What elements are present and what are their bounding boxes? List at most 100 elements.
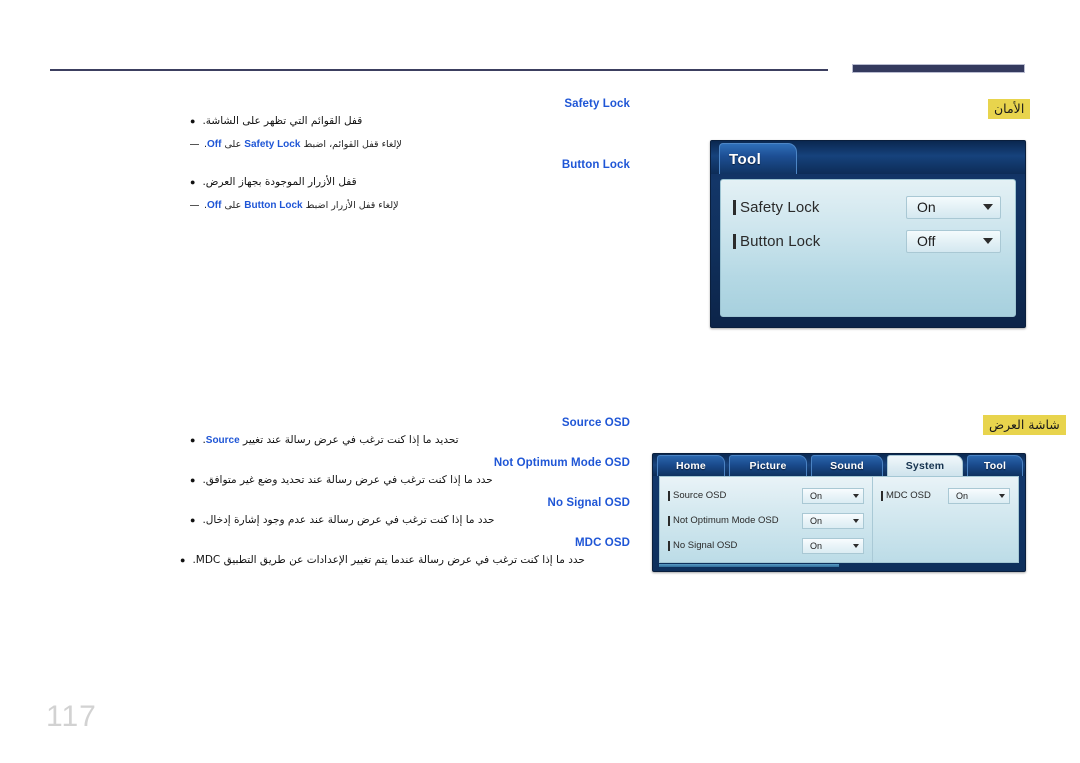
bullet-text: حدد ما إذا كنت ترغب في عرض رسالة عندما ي… [192,554,585,566]
bullet-source-osd: ● تحديد ما إذا كنت ترغب في عرض رسالة عند… [190,433,630,448]
osd-select-value: On [810,515,823,526]
bullet-dot-icon: ● [190,515,196,525]
page-number: 117 [46,700,97,733]
osd-select-value: On [956,490,969,501]
osd-system-tabbar: Home Picture Sound System Tool [653,454,1025,476]
osd-label-source-osd: Source OSD [673,490,727,501]
bullet-tick-icon [668,515,670,526]
subheading-source-osd: Source OSD [561,417,630,429]
manual-page: الأمان شاشة العرض Safety Lock ● قفل القو… [0,0,1080,763]
osd-system-screenshot: Home Picture Sound System Tool Source OS… [652,453,1026,572]
bullet-text: قفل الأزرار الموجودة بجهاز العرض. [202,176,357,188]
note-button-lock: لإلغاء قفل الأزرار اضبط Button Lock على … [190,199,630,213]
bullet-text: حدد ما إذا كنت ترغب في عرض رسالة عند تحد… [202,474,493,486]
chevron-down-icon [853,493,859,498]
note-part-before: لإلغاء قفل الأزرار اضبط [305,200,399,211]
section-tag-safety: الأمان [988,99,1031,119]
osd-select-source-osd[interactable]: On [802,487,864,504]
note-keyword-button-lock: Button Lock [244,200,303,211]
bullet-tick-icon [733,199,736,215]
subheading-safety-lock: Safety Lock [564,98,630,110]
osd-label-group: MDC OSD [881,490,931,501]
osd-row-no-signal-osd: No Signal OSD On [668,533,864,558]
bullet-dot-icon: ● [190,435,196,445]
osd-select-value: On [917,199,936,215]
bullet-part-before: تحديد ما إذا كنت ترغب في عرض رسالة عند ت… [243,434,459,446]
osd-row-button-lock: Button Lock Off [733,224,1001,258]
bullet-tick-icon [668,490,670,501]
note-part-middle: على [224,200,242,211]
osd-system-left-column: Source OSD On Not Optimum Mode OSD On No… [660,477,873,562]
osd-row-not-optimum-mode-osd: Not Optimum Mode OSD On [668,508,864,533]
osd-tab-sound[interactable]: Sound [811,455,883,476]
osd-select-value: On [810,540,823,551]
header-rule-thick [852,64,1025,73]
osd-tool-body: Safety Lock On Button Lock Off [720,179,1016,317]
osd-tab-picture[interactable]: Picture [729,455,807,476]
osd-label-button-lock: Button Lock [740,232,821,250]
osd-tab-tool[interactable]: Tool [967,455,1023,476]
note-dash-icon [190,205,199,206]
note-keyword-off: Off [207,200,222,211]
osd-system-frame: Home Picture Sound System Tool Source OS… [652,453,1026,572]
osd-system-scrollbar[interactable] [659,564,839,567]
chevron-down-icon [853,518,859,523]
bullet-dot-icon: ● [190,475,196,485]
bullet-text: تحديد ما إذا كنت ترغب في عرض رسالة عند ت… [202,433,458,448]
note-safety-lock: لإلغاء قفل القوائم، اضبط Safety Lock على… [190,138,630,152]
note-part-middle: على [224,139,242,150]
bullet-dot-icon: ● [180,555,186,565]
section-tag-display: شاشة العرض [983,415,1066,435]
chevron-down-icon [983,204,993,210]
osd-label-no-signal-osd: No Signal OSD [673,540,738,551]
note-dash-icon [190,144,199,145]
header-rule-thin [50,69,828,71]
osd-label-safety-lock: Safety Lock [740,198,820,216]
osd-system-right-column: MDC OSD On [873,477,1018,562]
osd-tool-frame: Tool Safety Lock On Button Lock Off [710,140,1026,328]
subheading-button-lock: Button Lock [561,159,630,171]
osd-label-group: No Signal OSD [668,540,737,551]
osd-tool-screenshot: Tool Safety Lock On Button Lock Off [710,140,1026,328]
subheading-mdc-osd: MDC OSD [574,537,630,549]
osd-system-body: Source OSD On Not Optimum Mode OSD On No… [659,476,1019,563]
osd-label-not-optimum-mode-osd: Not Optimum Mode OSD [673,515,779,526]
note-text: لإلغاء قفل القوائم، اضبط Safety Lock على… [204,138,402,152]
osd-tab-tool[interactable]: Tool [719,143,797,174]
osd-label-group: Not Optimum Mode OSD [668,515,779,526]
osd-label-group: Button Lock [733,233,820,250]
osd-select-button-lock[interactable]: Off [906,229,1001,253]
osd-select-mdc-osd[interactable]: On [948,487,1010,504]
osd-tab-home[interactable]: Home [657,455,725,476]
note-keyword-safety-lock: Safety Lock [244,139,301,150]
osd-label-group: Source OSD [668,490,726,501]
bullet-button-lock: ● قفل الأزرار الموجودة بجهاز العرض. [190,175,630,190]
bullet-dot-icon: ● [190,116,196,126]
bullet-keyword-source: Source [205,435,240,446]
note-keyword-off: Off [207,139,222,150]
bullet-dot-icon: ● [190,177,196,187]
bullet-safety-lock: ● قفل القوائم التي تظهر على الشاشة. [190,114,630,129]
chevron-down-icon [999,493,1005,498]
bullet-no-signal-osd: ● حدد ما إذا كنت ترغب في عرض رسالة عند ع… [190,513,630,528]
osd-row-mdc-osd: MDC OSD On [881,483,1010,508]
text-column-display: Source OSD ● تحديد ما إذا كنت ترغب في عر… [180,417,630,577]
text-column-safety: Safety Lock ● قفل القوائم التي تظهر على … [190,98,630,220]
osd-label-mdc-osd: MDC OSD [886,490,931,501]
bullet-not-optimum-mode-osd: ● حدد ما إذا كنت ترغب في عرض رسالة عند ت… [190,473,630,488]
osd-label-group: Safety Lock [733,199,819,216]
osd-select-safety-lock[interactable]: On [906,195,1001,219]
chevron-down-icon [983,238,993,244]
bullet-tick-icon [668,540,670,551]
note-text: لإلغاء قفل الأزرار اضبط Button Lock على … [204,199,399,213]
note-part-before: لإلغاء قفل القوائم، اضبط [303,139,402,150]
subheading-no-signal-osd: No Signal OSD [547,497,630,509]
bullet-tick-icon [733,233,736,249]
osd-select-value: On [810,490,823,501]
osd-select-not-optimum-mode-osd[interactable]: On [802,512,864,529]
bullet-tick-icon [881,490,883,501]
bullet-mdc-osd: ● حدد ما إذا كنت ترغب في عرض رسالة عندما… [180,553,630,568]
osd-select-no-signal-osd[interactable]: On [802,537,864,554]
chevron-down-icon [853,543,859,548]
osd-tab-system[interactable]: System [887,455,963,476]
